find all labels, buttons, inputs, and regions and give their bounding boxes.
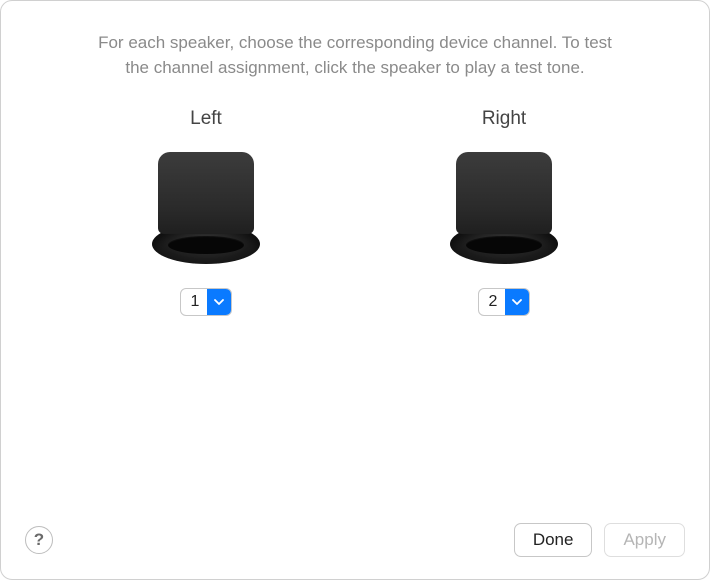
help-button[interactable]: ?: [25, 526, 53, 554]
footer: ? Done Apply: [1, 523, 709, 557]
speaker-block-right: Right 2: [450, 108, 558, 316]
speaker-body-icon: [456, 152, 552, 234]
speaker-test-button-left[interactable]: [152, 152, 260, 264]
channel-value-left: 1: [181, 289, 208, 315]
channel-value-right: 2: [479, 289, 506, 315]
instructions-line2: the channel assignment, click the speake…: [41, 56, 669, 81]
channel-selector-left[interactable]: 1: [180, 288, 233, 316]
chevron-down-icon: [207, 289, 231, 315]
speaker-label-left: Left: [190, 108, 222, 130]
instructions-text: For each speaker, choose the correspondi…: [1, 1, 709, 80]
apply-button-label: Apply: [623, 530, 666, 550]
instructions-line1: For each speaker, choose the correspondi…: [98, 33, 612, 52]
speakers-row: Left 1 Right 2: [1, 108, 709, 316]
channel-selector-right[interactable]: 2: [478, 288, 531, 316]
apply-button: Apply: [604, 523, 685, 557]
speaker-block-left: Left 1: [152, 108, 260, 316]
speaker-label-right: Right: [482, 108, 526, 130]
done-button[interactable]: Done: [514, 523, 593, 557]
speaker-test-button-right[interactable]: [450, 152, 558, 264]
done-button-label: Done: [533, 530, 574, 550]
speaker-body-icon: [158, 152, 254, 234]
help-icon: ?: [34, 530, 44, 550]
chevron-down-icon: [505, 289, 529, 315]
